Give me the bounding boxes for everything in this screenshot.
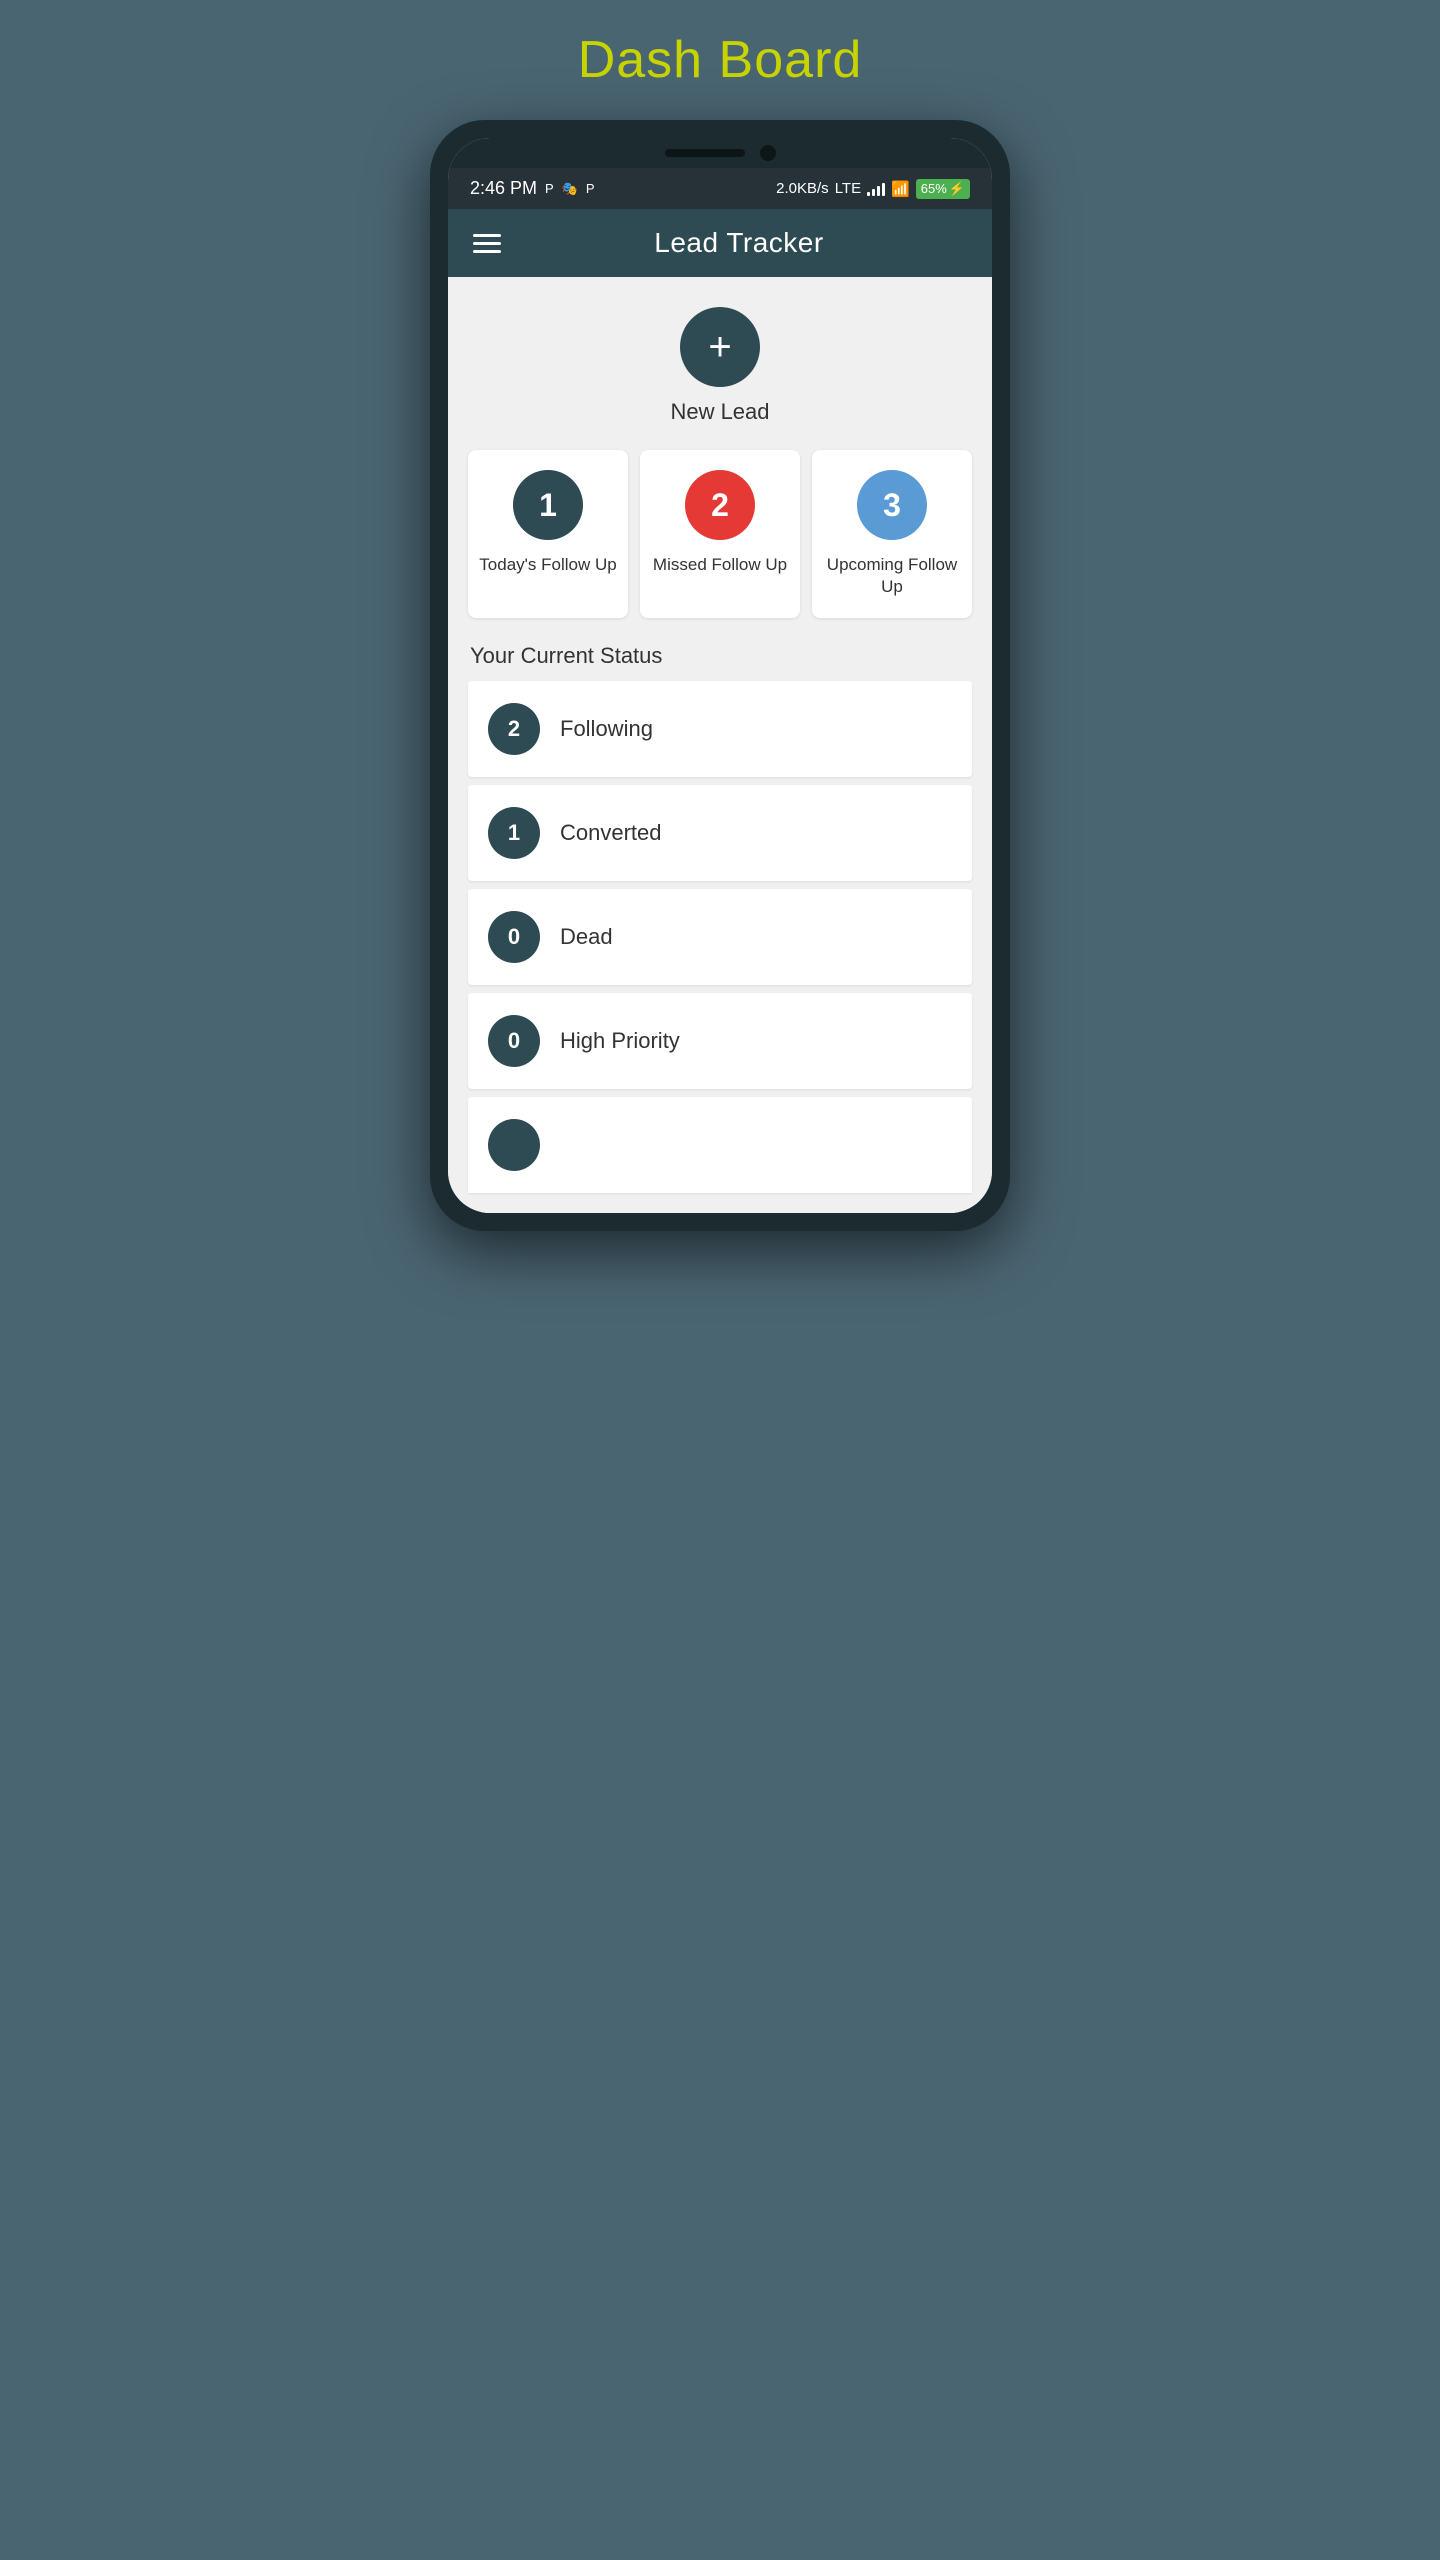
app-icon-p2: P <box>586 181 595 196</box>
missed-followup-label: Missed Follow Up <box>653 554 787 576</box>
dead-label: Dead <box>560 924 613 950</box>
status-section-title: Your Current Status <box>468 643 972 669</box>
new-lead-button[interactable]: + <box>680 307 760 387</box>
following-badge: 2 <box>488 703 540 755</box>
speaker <box>665 149 745 157</box>
converted-badge: 1 <box>488 807 540 859</box>
upcoming-followup-label: Upcoming Follow Up <box>822 554 962 598</box>
status-item-dead[interactable]: 0 Dead <box>468 889 972 985</box>
hamburger-menu-button[interactable] <box>468 229 506 258</box>
battery-icon: 65 % ⚡ <box>916 179 970 199</box>
partial-badge <box>488 1119 540 1171</box>
today-followup-badge: 1 <box>513 470 583 540</box>
signal-bars <box>867 182 885 196</box>
phone-shell: 2:46 PM P 🎭 P 2.0KB/s LTE 📶 65 % ⚡ <box>430 120 1010 1231</box>
status-item-converted[interactable]: 1 Converted <box>468 785 972 881</box>
network-speed: 2.0KB/s <box>776 180 829 197</box>
lte-icon: LTE <box>835 180 861 197</box>
status-right: 2.0KB/s LTE 📶 65 % ⚡ <box>776 179 970 199</box>
status-item-partial[interactable] <box>468 1097 972 1193</box>
today-followup-label: Today's Follow Up <box>479 554 616 576</box>
app-icon-p1: P <box>545 181 554 196</box>
upcoming-followup-badge: 3 <box>857 470 927 540</box>
wifi-icon: 📶 <box>891 180 910 198</box>
app-title: Lead Tracker <box>506 227 972 259</box>
phone-screen: 2:46 PM P 🎭 P 2.0KB/s LTE 📶 65 % ⚡ <box>448 138 992 1213</box>
today-followup-card[interactable]: 1 Today's Follow Up <box>468 450 628 618</box>
camera <box>760 145 776 161</box>
converted-label: Converted <box>560 820 662 846</box>
dead-badge: 0 <box>488 911 540 963</box>
new-lead-section: + New Lead <box>468 307 972 425</box>
app-header: Lead Tracker <box>448 209 992 277</box>
new-lead-label: New Lead <box>670 399 769 425</box>
emoji-icon: 🎭 <box>562 181 578 197</box>
status-item-high-priority[interactable]: 0 High Priority <box>468 993 972 1089</box>
following-label: Following <box>560 716 653 742</box>
high-priority-badge: 0 <box>488 1015 540 1067</box>
followup-cards: 1 Today's Follow Up 2 Missed Follow Up 3… <box>468 450 972 618</box>
missed-followup-badge: 2 <box>685 470 755 540</box>
status-left: 2:46 PM P 🎭 P <box>470 178 595 199</box>
status-section: Your Current Status 2 Following 1 Conver… <box>468 643 972 1193</box>
status-bar: 2:46 PM P 🎭 P 2.0KB/s LTE 📶 65 % ⚡ <box>448 168 992 209</box>
notch-area <box>448 138 992 168</box>
page-title: Dash Board <box>578 30 863 90</box>
time-display: 2:46 PM <box>470 178 537 199</box>
plus-icon: + <box>708 327 731 367</box>
missed-followup-card[interactable]: 2 Missed Follow Up <box>640 450 800 618</box>
high-priority-label: High Priority <box>560 1028 680 1054</box>
status-item-following[interactable]: 2 Following <box>468 681 972 777</box>
upcoming-followup-card[interactable]: 3 Upcoming Follow Up <box>812 450 972 618</box>
main-content: + New Lead 1 Today's Follow Up 2 Missed … <box>448 277 992 1213</box>
